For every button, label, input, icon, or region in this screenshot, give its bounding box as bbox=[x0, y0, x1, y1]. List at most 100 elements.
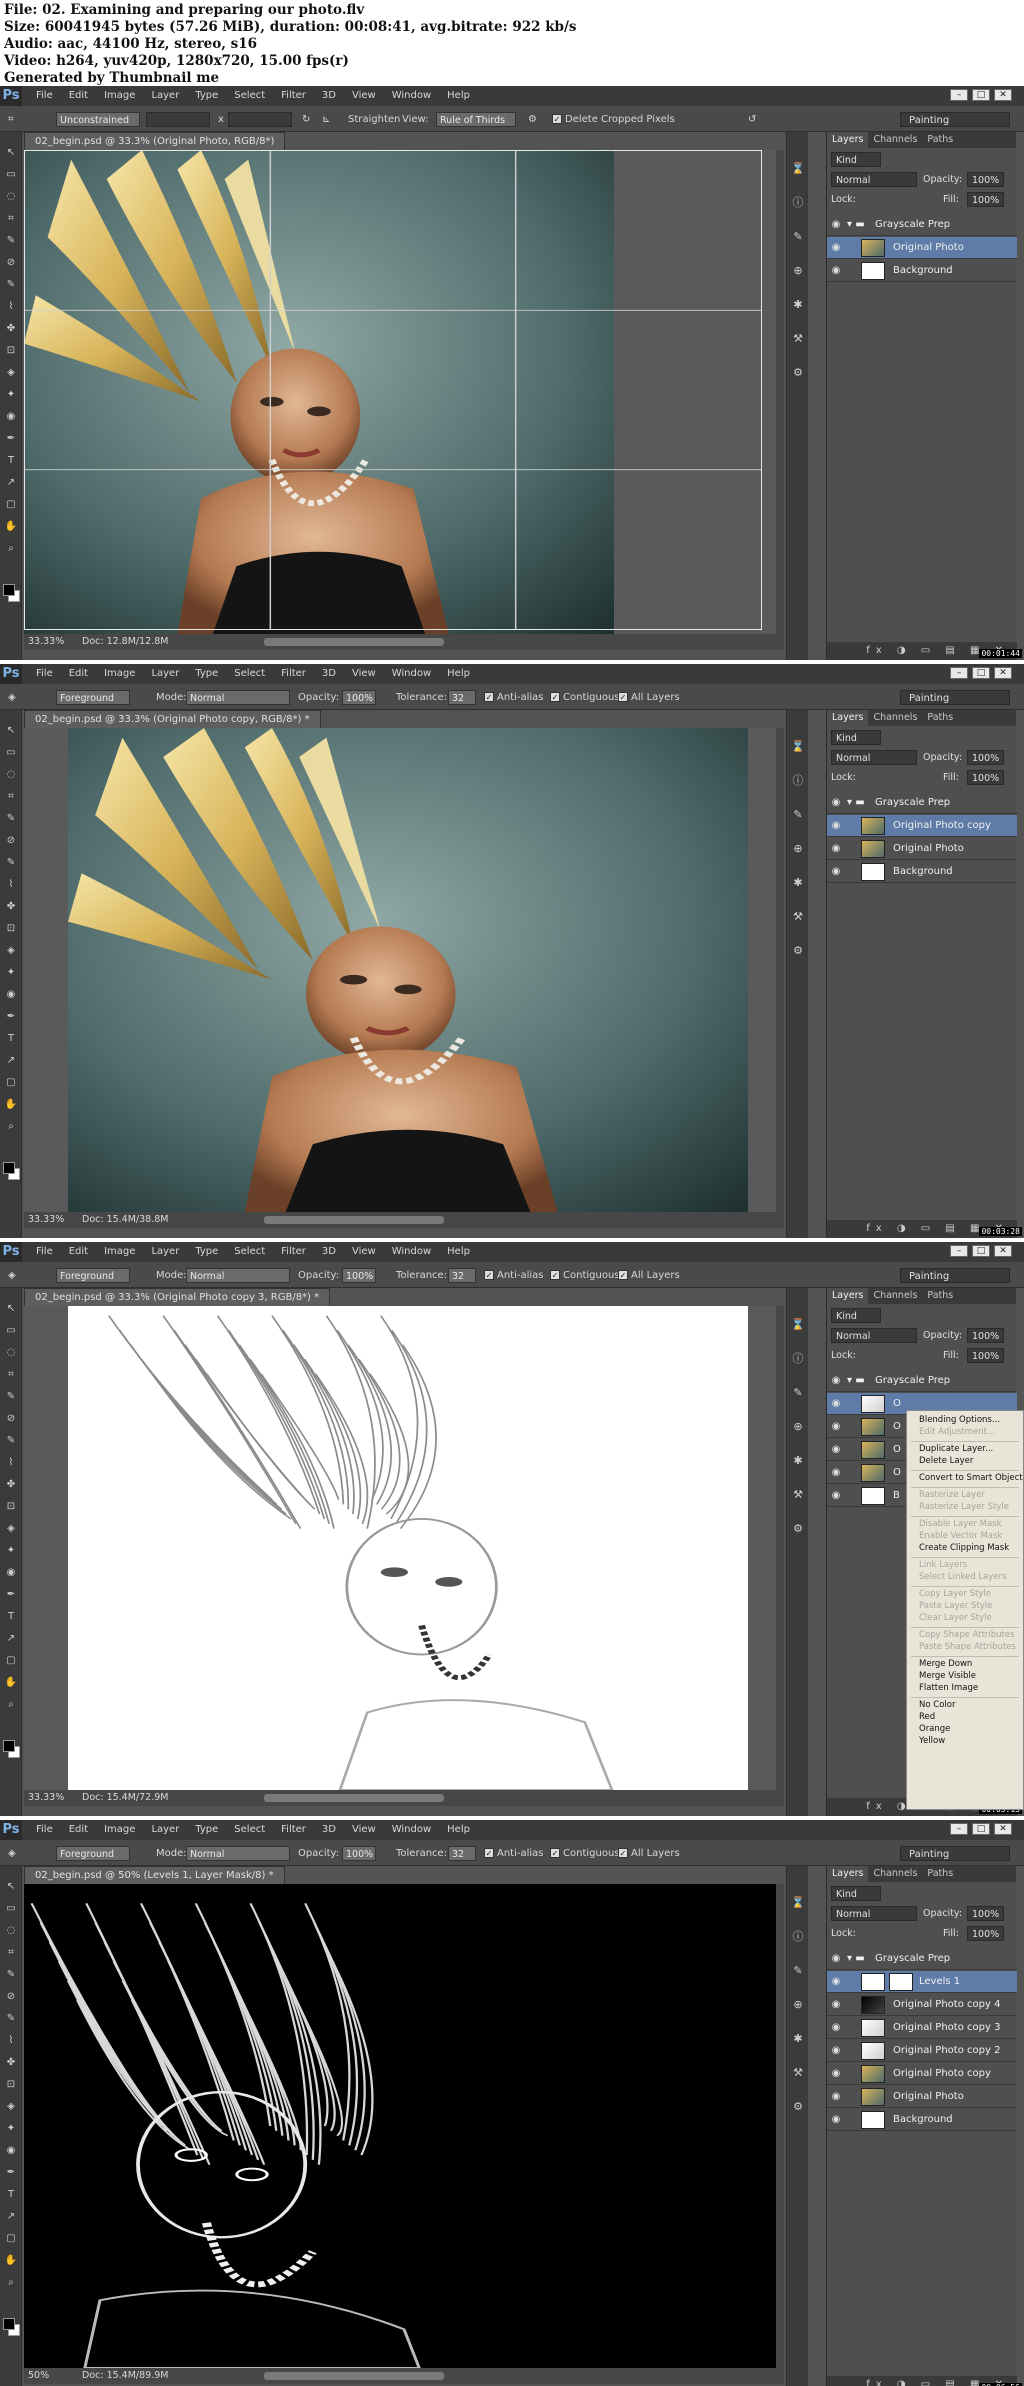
workspace-select[interactable]: Painting bbox=[900, 690, 1010, 705]
brush-presets-icon[interactable]: ✎ bbox=[791, 1964, 805, 1978]
visibility-eye-icon[interactable]: ◉ bbox=[830, 2114, 842, 2126]
fill-field[interactable]: 100% bbox=[967, 1348, 1005, 1363]
crop-box[interactable] bbox=[24, 150, 762, 630]
menu-item[interactable]: View bbox=[344, 1820, 384, 1840]
hand-tool-icon[interactable]: ✋ bbox=[3, 1676, 19, 1690]
tolerance-field[interactable]: 32 bbox=[448, 690, 476, 705]
history-icon[interactable]: ⌛ bbox=[791, 162, 805, 176]
lasso-tool-icon[interactable]: ◌ bbox=[3, 768, 19, 782]
fill-source-select[interactable]: Foreground bbox=[56, 690, 130, 705]
menu-item[interactable]: Type bbox=[187, 664, 226, 684]
menu-item[interactable]: Help bbox=[439, 1242, 478, 1262]
eraser-tool-icon[interactable]: ⊡ bbox=[3, 2078, 19, 2092]
menu-item[interactable]: Filter bbox=[273, 1820, 314, 1840]
swap-icon[interactable]: ↻ bbox=[302, 112, 310, 127]
blend-mode-select[interactable]: Normal bbox=[831, 172, 917, 187]
foreground-color-swatch[interactable] bbox=[3, 584, 15, 596]
paint-bucket-icon[interactable]: ◈ bbox=[3, 2100, 19, 2114]
crop-ratio-select[interactable]: Unconstrained bbox=[56, 112, 140, 127]
contiguous-checkbox[interactable]: ✓ Contiguous bbox=[550, 1268, 620, 1283]
horizontal-scrollbar[interactable] bbox=[264, 638, 444, 646]
history-brush-icon[interactable]: ✤ bbox=[3, 2056, 19, 2070]
dodge-tool-icon[interactable]: ◉ bbox=[3, 2144, 19, 2158]
document-tab[interactable]: 02_begin.psd @ 33.3% (Original Photo, RG… bbox=[24, 132, 286, 150]
menu-item[interactable]: Help bbox=[439, 664, 478, 684]
healing-tool-icon[interactable]: ⊘ bbox=[3, 256, 19, 270]
context-menu-item[interactable]: Delete Layer bbox=[919, 1456, 973, 1466]
info-icon[interactable]: ⓘ bbox=[791, 774, 805, 788]
pen-tool-icon[interactable]: ✒ bbox=[3, 1588, 19, 1602]
fill-source-select[interactable]: Foreground bbox=[56, 1268, 130, 1283]
menu-item[interactable]: Image bbox=[96, 1820, 143, 1840]
horizontal-scrollbar[interactable] bbox=[264, 2372, 444, 2380]
opacity-field[interactable]: 100% bbox=[342, 1846, 376, 1861]
visibility-eye-icon[interactable]: ◉ bbox=[830, 1421, 842, 1433]
menu-item[interactable]: 3D bbox=[314, 1820, 344, 1840]
visibility-eye-icon[interactable]: ◉ bbox=[830, 1398, 842, 1410]
adjust-icon[interactable]: ✱ bbox=[791, 1454, 805, 1468]
tab-paths[interactable]: Paths bbox=[922, 1866, 958, 1882]
visibility-eye-icon[interactable]: ◉ bbox=[830, 219, 842, 231]
visibility-eye-icon[interactable]: ◉ bbox=[830, 1444, 842, 1456]
eyedropper-tool-icon[interactable]: ✎ bbox=[3, 1968, 19, 1982]
pen-tool-icon[interactable]: ✒ bbox=[3, 2166, 19, 2180]
move-tool-icon[interactable]: ↖ bbox=[3, 146, 19, 160]
menu-item[interactable]: File bbox=[28, 1242, 61, 1262]
info-icon[interactable]: ⓘ bbox=[791, 1930, 805, 1944]
eyedropper-tool-icon[interactable]: ✎ bbox=[3, 1390, 19, 1404]
workspace-select[interactable]: Painting bbox=[900, 1846, 1010, 1861]
visibility-eye-icon[interactable]: ◉ bbox=[830, 242, 842, 254]
shape-tool-icon[interactable]: ▢ bbox=[3, 1654, 19, 1668]
fill-field[interactable]: 100% bbox=[967, 770, 1005, 785]
workspace-select[interactable]: Painting bbox=[900, 1268, 1010, 1283]
menu-item[interactable]: Select bbox=[226, 664, 273, 684]
menu-item[interactable]: Image bbox=[96, 86, 143, 106]
tab-paths[interactable]: Paths bbox=[922, 1288, 958, 1304]
paint-bucket-icon[interactable]: ◈ bbox=[8, 1268, 16, 1283]
healing-tool-icon[interactable]: ⊘ bbox=[3, 834, 19, 848]
layer-opacity-field[interactable]: 100% bbox=[967, 1906, 1005, 1921]
history-brush-icon[interactable]: ✤ bbox=[3, 322, 19, 336]
marquee-tool-icon[interactable]: ▭ bbox=[3, 168, 19, 182]
brush-tool-icon[interactable]: ✎ bbox=[3, 2012, 19, 2026]
menu-item[interactable]: 3D bbox=[314, 1242, 344, 1262]
horizontal-scrollbar[interactable] bbox=[264, 1794, 444, 1802]
zoom-level[interactable]: 33.33% bbox=[28, 1212, 64, 1228]
close-button[interactable]: ✕ bbox=[994, 1245, 1012, 1257]
visibility-eye-icon[interactable]: ◉ bbox=[830, 265, 842, 277]
filter-kind-select[interactable]: Kind bbox=[831, 730, 881, 745]
blend-mode-select[interactable]: Normal bbox=[831, 750, 917, 765]
context-menu-item[interactable]: No Color bbox=[919, 1700, 955, 1710]
layer-row[interactable]: ◉ Background bbox=[827, 260, 1017, 282]
shape-tool-icon[interactable]: ▢ bbox=[3, 1076, 19, 1090]
eyedropper-tool-icon[interactable]: ✎ bbox=[3, 812, 19, 826]
menu-item[interactable]: Edit bbox=[61, 1820, 96, 1840]
mode-select[interactable]: Normal bbox=[186, 1268, 290, 1283]
lasso-tool-icon[interactable]: ◌ bbox=[3, 1924, 19, 1938]
eraser-tool-icon[interactable]: ⊡ bbox=[3, 922, 19, 936]
context-menu-item[interactable]: Create Clipping Mask bbox=[919, 1543, 1009, 1553]
crop-tool-icon[interactable]: ⌗ bbox=[3, 1946, 19, 1960]
pen-tool-icon[interactable]: ✒ bbox=[3, 1010, 19, 1024]
crop-tool-icon[interactable]: ⌗ bbox=[3, 790, 19, 804]
menu-item[interactable]: Type bbox=[187, 86, 226, 106]
path-select-icon[interactable]: ↗ bbox=[3, 476, 19, 490]
canvas-area[interactable] bbox=[24, 1306, 784, 1790]
move-tool-icon[interactable]: ↖ bbox=[3, 1302, 19, 1316]
menu-item[interactable]: Type bbox=[187, 1820, 226, 1840]
adjust-icon[interactable]: ✱ bbox=[791, 298, 805, 312]
delete-cropped-checkbox[interactable]: ✓ Delete Cropped Pixels bbox=[552, 112, 675, 127]
paint-bucket-icon[interactable]: ◈ bbox=[3, 366, 19, 380]
antialias-checkbox[interactable]: ✓ Anti-alias bbox=[484, 1846, 544, 1861]
all-layers-checkbox[interactable]: ✓ All Layers bbox=[618, 1268, 680, 1283]
tool-presets-icon[interactable]: ⚒ bbox=[791, 2066, 805, 2080]
hand-tool-icon[interactable]: ✋ bbox=[3, 520, 19, 534]
contiguous-checkbox[interactable]: ✓ Contiguous bbox=[550, 690, 620, 705]
visibility-eye-icon[interactable]: ◉ bbox=[830, 1953, 842, 1965]
visibility-eye-icon[interactable]: ◉ bbox=[830, 1467, 842, 1479]
shape-tool-icon[interactable]: ▢ bbox=[3, 2232, 19, 2246]
menu-item[interactable]: Type bbox=[187, 1242, 226, 1262]
visibility-eye-icon[interactable]: ◉ bbox=[830, 2045, 842, 2057]
zoom-level[interactable]: 33.33% bbox=[28, 634, 64, 650]
marquee-tool-icon[interactable]: ▭ bbox=[3, 746, 19, 760]
